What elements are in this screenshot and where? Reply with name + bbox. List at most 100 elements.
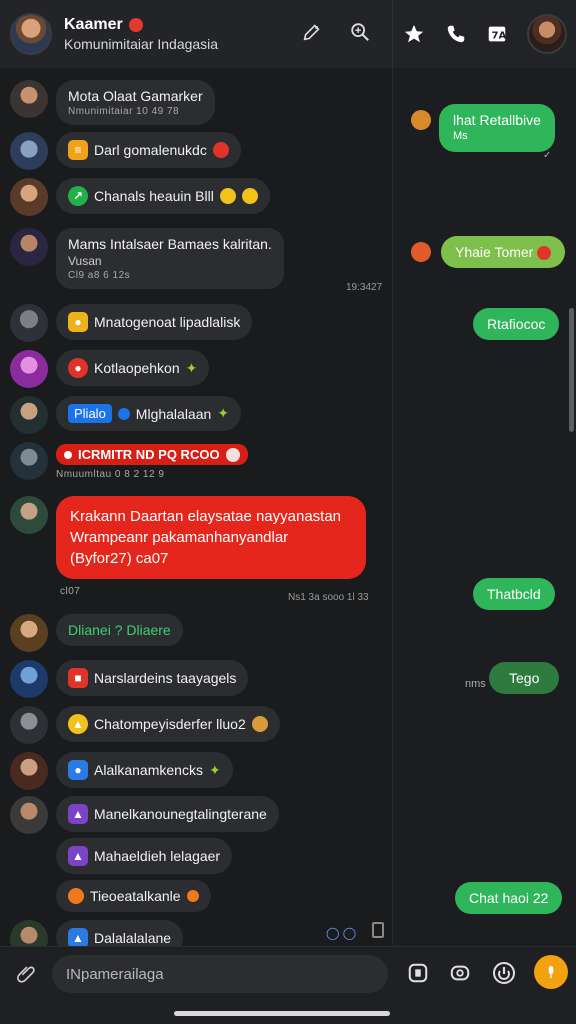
message-row: ■ Narslardeins taayagels	[10, 660, 249, 698]
sender-avatar[interactable]	[10, 178, 48, 216]
message-bubble[interactable]: ■ Narslardeins taayagels	[56, 660, 249, 696]
sender-avatar[interactable]	[10, 660, 48, 698]
message-text: ICRMITR ND PQ RCOO	[78, 447, 220, 462]
message-bubble[interactable]: ▲ Mahaeldieh lelagaer	[56, 838, 233, 874]
highlighted-message-bubble[interactable]: Krakann Daartan elaysatae nayyanastan Wr…	[56, 496, 366, 579]
outgoing-bubble[interactable]: Thatbcld	[473, 578, 555, 610]
chat-header[interactable]: Kaamer Komunimitaiar Indagasia	[0, 0, 392, 68]
message-row: ▲ Manelkanounegtalingterane	[10, 796, 279, 834]
status-icon: ◯ ◯	[326, 926, 357, 940]
sender-avatar[interactable]	[10, 496, 48, 534]
sender-avatar[interactable]	[10, 396, 48, 434]
sender-avatar[interactable]	[10, 304, 48, 342]
app-icon: ■	[68, 668, 88, 688]
app-icon: ▲	[68, 804, 88, 824]
outgoing-bubble[interactable]: Tego	[489, 662, 560, 694]
mic-icon	[548, 966, 554, 978]
message-bubble[interactable]: ICRMITR ND PQ RCOO Nmuumltau 0 8 2 12 9	[56, 444, 248, 480]
message-text: Chat haoi 22	[469, 890, 549, 906]
chat-title-block: Kaamer Komunimitaiar Indagasia	[64, 16, 218, 52]
message-row: Mota Olaat Gamarker Nmunimitaiar 10 49 7…	[10, 80, 215, 125]
verified-icon	[117, 407, 130, 420]
home-indicator[interactable]	[174, 1011, 390, 1016]
message-text: Tego	[509, 670, 540, 686]
right-message-column[interactable]: lhat Retallbive Ms ✓ Yhaie Tomer Rtafioc…	[392, 68, 576, 946]
leaf-icon: ✦	[185, 359, 198, 376]
message-bubble[interactable]: Dlianei ? Dliaere	[56, 614, 183, 646]
message-row: ↗ Chanals heauin Blll	[10, 178, 270, 216]
message-text: lhat Retallbive	[453, 112, 541, 128]
outgoing-bubble[interactable]: Rtafiococ	[473, 308, 560, 340]
message-bubble[interactable]: ↗ Chanals heauin Blll	[56, 178, 270, 214]
message-text: Chanals heauin Blll	[94, 188, 214, 204]
message-bubble[interactable]: ● Alalkanamkencks ✦	[56, 752, 233, 788]
app-icon: ↗	[68, 186, 88, 206]
outgoing-bubble[interactable]: Chat haoi 22	[455, 882, 563, 914]
message-bubble[interactable]: ≡ Darl gomalenukdc	[56, 132, 241, 168]
message-bubble[interactable]: ▲ Manelkanounegtalingterane	[56, 796, 279, 832]
message-text: Thatbcld	[487, 586, 541, 602]
message-bubble[interactable]: Mota Olaat Gamarker Nmunimitaiar 10 49 7…	[56, 80, 215, 125]
scrollbar[interactable]	[569, 308, 574, 432]
message-meta: cl07	[60, 586, 81, 597]
message-bubble[interactable]: ● Mnatogenoat lipadlalisk	[56, 304, 253, 340]
app-icon: ●	[68, 760, 88, 780]
message-bubble[interactable]: ● Kotlaopehkon ✦	[56, 350, 210, 386]
message-row: Dlianei ? Dliaere	[10, 614, 183, 652]
message-bubble[interactable]: Plialo Mlghalalaan ✦	[56, 396, 242, 431]
message-row: ▲ Mahaeldieh lelagaer	[56, 838, 233, 874]
outgoing-bubble[interactable]: lhat Retallbive Ms	[439, 104, 555, 152]
message-bubble[interactable]: Tieoeatalkanle	[56, 880, 211, 912]
app-icon: ≡	[68, 140, 88, 160]
emoji-icon	[225, 447, 240, 462]
trash-icon[interactable]	[372, 922, 384, 938]
star-icon[interactable]	[402, 22, 426, 46]
message-input[interactable]: INpamerailaga	[52, 955, 388, 993]
phone-icon[interactable]	[444, 22, 468, 46]
sender-avatar[interactable]	[10, 614, 48, 652]
message-row: ● Mnatogenoat lipadlalisk	[10, 304, 253, 342]
emoji-icon	[219, 188, 236, 204]
message-row: ≡ Darl gomalenukdc	[10, 132, 241, 170]
chat-avatar[interactable]	[10, 13, 52, 55]
emoji-icon	[68, 888, 84, 904]
message-text: Tieoeatalkanle	[90, 888, 181, 904]
message-bubble[interactable]: ▲ Chatompeyisderfer lluo2	[56, 706, 280, 742]
camera-icon[interactable]	[446, 959, 474, 987]
sender-avatar[interactable]	[10, 796, 48, 834]
emoji-icon	[411, 110, 431, 130]
message-list[interactable]: Mota Olaat Gamarker Nmunimitaiar 10 49 7…	[0, 68, 392, 958]
app-icon: ●	[68, 358, 88, 378]
sender-avatar[interactable]	[10, 132, 48, 170]
sender-avatar[interactable]	[10, 80, 48, 118]
message-row: ● Kotlaopehkon ✦	[10, 350, 210, 388]
outgoing-bubble[interactable]: Yhaie Tomer	[441, 236, 566, 269]
message-row: Tieoeatalkanle	[56, 880, 211, 912]
emoji-icon	[186, 890, 199, 902]
sender-avatar[interactable]	[10, 442, 48, 480]
pen-icon[interactable]	[300, 20, 324, 44]
message-line2: Ms	[453, 130, 468, 142]
sticker-icon[interactable]	[404, 959, 432, 987]
sender-avatar[interactable]	[10, 752, 48, 790]
message-line2: Vusan	[68, 254, 102, 268]
alert-tag: ICRMITR ND PQ RCOO	[56, 444, 248, 465]
message-row: ICRMITR ND PQ RCOO Nmuumltau 0 8 2 12 9	[10, 442, 248, 480]
svg-text:7A: 7A	[492, 31, 507, 42]
mic-button[interactable]	[534, 955, 568, 989]
power-icon[interactable]	[490, 959, 518, 987]
video-icon[interactable]: 7A	[485, 22, 509, 46]
sender-avatar[interactable]	[10, 350, 48, 388]
app-icon: ▲	[68, 928, 88, 948]
paperclip-icon[interactable]	[12, 959, 40, 987]
chat-title: Kaamer	[64, 16, 123, 33]
profile-avatar[interactable]	[527, 14, 568, 54]
message-row: Mams Intalsaer Bamaes kalritan. Vusan Cl…	[10, 228, 284, 289]
message-text: Dalalalalane	[94, 930, 172, 946]
sender-avatar[interactable]	[10, 228, 48, 266]
sender-avatar[interactable]	[10, 706, 48, 744]
search-icon[interactable]	[348, 20, 372, 44]
message-bubble[interactable]: Mams Intalsaer Bamaes kalritan. Vusan Cl…	[56, 228, 284, 289]
message-meta: Nmunimitaiar 10 49 78	[68, 106, 180, 117]
timestamp: Ns1 3a sooo 1l 33	[288, 592, 369, 603]
